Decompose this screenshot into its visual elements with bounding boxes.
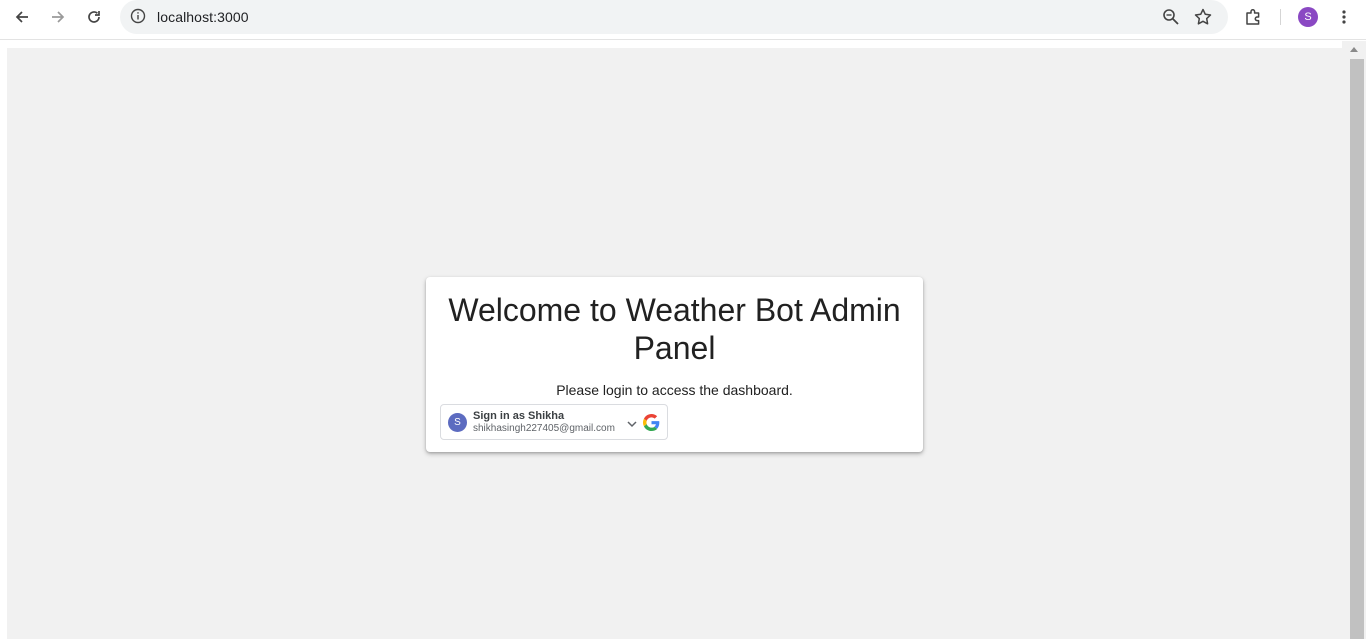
puzzle-icon bbox=[1246, 8, 1260, 25]
login-card: Welcome to Weather Bot Admin Panel Pleas… bbox=[426, 277, 923, 452]
scroll-thumb[interactable] bbox=[1350, 59, 1364, 639]
chevron-down-icon[interactable] bbox=[627, 421, 637, 428]
toolbar-separator bbox=[1280, 9, 1281, 25]
google-sign-in-button[interactable]: S Sign in as Shikha shikhasingh227405@gm… bbox=[440, 404, 668, 440]
login-subtitle: Please login to access the dashboard. bbox=[556, 382, 793, 398]
account-email: shikhasingh227405@gmail.com bbox=[473, 423, 615, 434]
google-logo-icon bbox=[643, 414, 660, 431]
address-bar[interactable]: localhost:3000 bbox=[120, 0, 1228, 34]
forward-button[interactable] bbox=[42, 4, 74, 30]
kebab-menu-icon bbox=[1342, 10, 1346, 24]
menu-button[interactable] bbox=[1328, 4, 1360, 30]
extensions-button[interactable] bbox=[1238, 4, 1270, 30]
avatar: S bbox=[448, 413, 467, 432]
info-icon[interactable] bbox=[129, 7, 147, 25]
arrow-right-icon bbox=[52, 11, 65, 23]
profile-avatar[interactable]: S bbox=[1298, 7, 1318, 27]
scroll-up-icon[interactable] bbox=[1350, 47, 1358, 52]
back-button[interactable] bbox=[6, 4, 38, 30]
zoom-icon[interactable] bbox=[1161, 7, 1181, 27]
reload-button[interactable] bbox=[78, 4, 110, 30]
url-text[interactable]: localhost:3000 bbox=[157, 9, 249, 25]
bookmark-star-icon[interactable] bbox=[1193, 7, 1213, 27]
sign-in-label: Sign in as Shikha bbox=[473, 410, 565, 422]
reload-icon bbox=[88, 11, 100, 23]
arrow-left-icon bbox=[15, 11, 28, 23]
page-title: Welcome to Weather Bot Admin Panel bbox=[448, 292, 901, 366]
browser-toolbar: localhost:3000 S bbox=[0, 0, 1366, 40]
scrollbar[interactable] bbox=[1342, 41, 1366, 639]
